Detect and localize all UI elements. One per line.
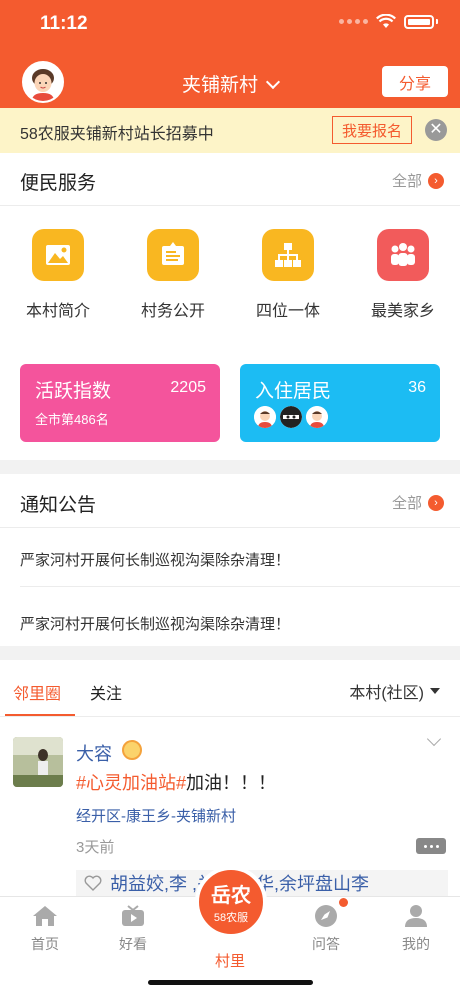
- center-logo-subtext: 58农服: [213, 912, 249, 924]
- recruit-text: 58农服夹铺新村站长招募中: [20, 126, 214, 143]
- org-chart-icon: [262, 229, 314, 281]
- home-icon: [31, 903, 59, 929]
- post-username[interactable]: 大容: [76, 740, 112, 766]
- post-content: #心灵加油站#加油！！！: [76, 769, 276, 795]
- service-four-in-one[interactable]: 四位一体: [238, 229, 338, 321]
- tab-label: 我的: [402, 936, 430, 952]
- wifi-icon: [376, 14, 396, 28]
- center-logo-text: 岳农: [211, 885, 251, 907]
- village-photo-icon: [32, 229, 84, 281]
- signup-button[interactable]: 我要报名: [332, 116, 412, 144]
- active-index-rank: 全市第486名: [35, 412, 109, 427]
- service-label: 最美家乡: [370, 303, 435, 320]
- active-index-label: 活跃指数: [35, 381, 112, 402]
- avatar: [280, 406, 302, 428]
- tab-label: 好看: [119, 936, 147, 952]
- village-center-button[interactable]: 岳农 58农服: [195, 866, 267, 938]
- status-time: 11:12: [40, 13, 88, 34]
- post-text: 加油！！！: [186, 773, 277, 793]
- region-selector[interactable]: 本村(社区): [349, 679, 440, 703]
- signal-icon: [339, 19, 368, 24]
- service-label: 四位一体: [255, 303, 320, 320]
- residents-card[interactable]: 入住居民 36: [240, 364, 440, 442]
- level-badge-icon: [122, 740, 142, 760]
- chevron-right-icon: ›: [428, 494, 444, 511]
- divider: [0, 527, 460, 528]
- service-label: 本村简介: [25, 303, 90, 320]
- notification-dot: [339, 898, 348, 907]
- services-more-link[interactable]: 全部 ›: [392, 170, 444, 191]
- chevron-right-icon: ›: [428, 172, 444, 189]
- notices-more-label: 全部: [391, 495, 422, 512]
- tab-label: 首页: [31, 936, 59, 952]
- tab-home[interactable]: 首页: [10, 903, 80, 954]
- service-affairs[interactable]: 村务公开: [123, 229, 223, 321]
- post-user-photo[interactable]: [13, 737, 63, 787]
- more-options-icon[interactable]: [416, 838, 446, 854]
- tab-following[interactable]: 关注: [90, 680, 122, 704]
- compass-icon: [312, 903, 340, 929]
- resident-avatars: [254, 406, 328, 428]
- heart-icon: [84, 875, 102, 891]
- tab-neighborhood[interactable]: 邻里圈: [13, 680, 61, 704]
- divider: [0, 716, 460, 717]
- service-beautiful-hometown[interactable]: 最美家乡: [353, 229, 453, 321]
- post-location[interactable]: 经开区-康王乡-夹铺新村: [76, 805, 236, 826]
- tv-icon: [119, 903, 147, 929]
- services-title: 便民服务: [20, 173, 97, 194]
- share-button[interactable]: 分享: [382, 66, 448, 97]
- chevron-down-icon: [265, 74, 281, 90]
- noticeboard-icon: [147, 229, 199, 281]
- caret-down-icon: [430, 688, 440, 694]
- region-label: 本村(社区): [349, 685, 424, 702]
- home-indicator: [148, 980, 313, 985]
- battery-icon: [404, 14, 434, 29]
- village-name: 夹铺新村: [181, 75, 258, 96]
- user-icon: [402, 903, 430, 929]
- divider: [0, 205, 460, 206]
- residents-label: 入住居民: [255, 381, 332, 402]
- close-icon[interactable]: ✕: [425, 119, 447, 141]
- tab-profile[interactable]: 我的: [381, 903, 451, 954]
- avatar: [306, 406, 328, 428]
- notices-title: 通知公告: [20, 495, 97, 516]
- notices-more-link[interactable]: 全部 ›: [392, 492, 444, 513]
- active-index-value: 2205: [170, 379, 206, 396]
- notice-item[interactable]: 严家河村开展何长制巡视沟渠除杂清理！: [20, 549, 290, 570]
- services-more-label: 全部: [391, 173, 422, 190]
- active-index-card[interactable]: 活跃指数 2205 全市第486名: [20, 364, 220, 442]
- notice-item[interactable]: 严家河村开展何长制巡视沟渠除杂清理！: [20, 613, 290, 634]
- service-label: 村务公开: [140, 303, 205, 320]
- tab-village-label[interactable]: 村里: [200, 950, 260, 971]
- divider: [20, 586, 460, 587]
- post-topic-tag[interactable]: #心灵加油站#: [76, 773, 186, 793]
- service-village-intro[interactable]: 本村简介: [8, 229, 108, 321]
- status-icons: [339, 14, 438, 29]
- residents-count: 36: [408, 379, 426, 396]
- tab-qa[interactable]: 问答: [291, 903, 361, 954]
- tab-label: 问答: [312, 936, 340, 952]
- app-header: 11:12 夹铺新村 分享: [0, 0, 460, 108]
- tab-watch[interactable]: 好看: [98, 903, 168, 954]
- people-icon: [377, 229, 429, 281]
- avatar: [254, 406, 276, 428]
- post-time: 3天前: [76, 839, 115, 856]
